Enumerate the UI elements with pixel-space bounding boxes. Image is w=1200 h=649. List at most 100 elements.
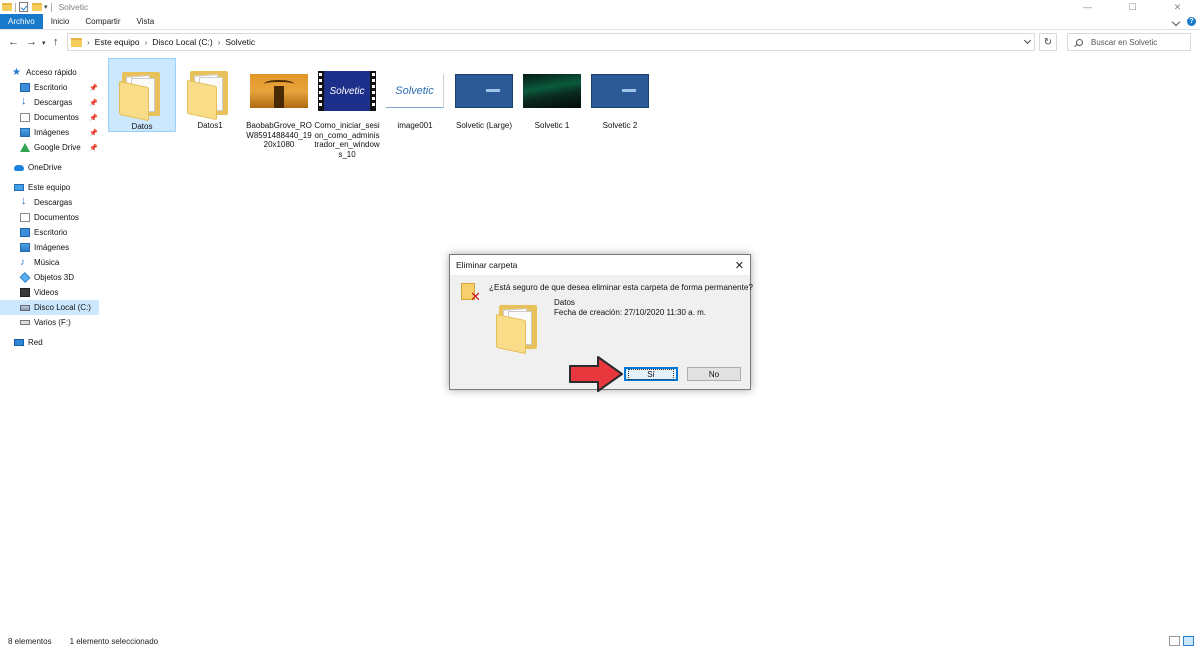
pin-icon[interactable]: 📌 bbox=[89, 129, 98, 137]
folder-icon bbox=[2, 3, 12, 11]
sidebar-item-imagenes-quick[interactable]: Imágenes 📌 bbox=[20, 125, 100, 140]
image-thumbnail bbox=[522, 65, 582, 117]
red-arrow-icon bbox=[569, 356, 623, 392]
pin-icon[interactable]: 📌 bbox=[89, 84, 98, 92]
sidebar-item-label: Imágenes bbox=[34, 243, 70, 252]
3d-objects-icon bbox=[19, 272, 31, 283]
yes-button[interactable]: Sí bbox=[624, 367, 678, 381]
pin-icon[interactable]: 📌 bbox=[89, 144, 98, 152]
tab-archivo[interactable]: Archivo bbox=[0, 14, 43, 29]
new-folder-icon[interactable] bbox=[32, 3, 42, 11]
google-drive-icon bbox=[20, 143, 30, 152]
image-thumbnail: Solvetic bbox=[385, 65, 445, 117]
no-button[interactable]: No bbox=[687, 367, 741, 381]
sidebar-item-varios[interactable]: Varios (F:) bbox=[20, 315, 71, 330]
help-icon[interactable]: ? bbox=[1187, 17, 1196, 26]
ribbon-tabs: Archivo Inicio Compartir Vista ? bbox=[0, 14, 1200, 30]
file-item-video[interactable]: Solvetic Como_iniciar_sesion_como_admini… bbox=[313, 58, 381, 160]
sidebar-item-videos[interactable]: Videos bbox=[20, 285, 58, 300]
sidebar-item-imagenes[interactable]: Imágenes bbox=[20, 240, 69, 255]
breadcrumb-solvetic[interactable]: Solvetic bbox=[225, 37, 255, 47]
properties-icon[interactable] bbox=[19, 2, 28, 12]
up-arrow-icon[interactable]: ↑ bbox=[53, 36, 59, 48]
details-view-icon[interactable] bbox=[1169, 636, 1180, 646]
image-thumbnail bbox=[590, 65, 650, 117]
sidebar-item-red[interactable]: Red bbox=[14, 335, 43, 350]
pin-icon[interactable]: 📌 bbox=[89, 99, 98, 107]
desktop-icon bbox=[20, 83, 30, 92]
dialog-close-button[interactable]: ✕ bbox=[735, 259, 744, 272]
sidebar-item-label: Documentos bbox=[34, 113, 79, 122]
expand-ribbon-icon[interactable] bbox=[1171, 17, 1181, 26]
documents-icon bbox=[20, 113, 30, 122]
sidebar-item-disco-local[interactable]: Disco Local (C:) bbox=[0, 300, 99, 315]
delete-folder-icon: ✕ bbox=[461, 283, 481, 303]
sidebar-item-escritorio[interactable]: Escritorio bbox=[20, 225, 67, 240]
sidebar-item-objetos-3d[interactable]: Objetos 3D bbox=[19, 270, 74, 285]
file-name: Solvetic 2 bbox=[602, 121, 638, 130]
large-icons-view-icon[interactable] bbox=[1183, 636, 1194, 646]
sidebar-item-musica[interactable]: ♪ Música bbox=[20, 255, 59, 270]
status-bar: 8 elementos 1 elemento seleccionado bbox=[0, 634, 1200, 649]
recent-locations-chevron-icon[interactable]: ▾ bbox=[42, 39, 46, 47]
videos-icon bbox=[20, 288, 30, 297]
tab-inicio[interactable]: Inicio bbox=[43, 14, 78, 29]
sidebar-item-google-drive[interactable]: Google Drive 📌 bbox=[20, 140, 100, 155]
breadcrumb-separator: › bbox=[144, 37, 148, 47]
file-item-solvetic-large[interactable]: Solvetic (Large) bbox=[450, 58, 518, 160]
folder-thumbnail bbox=[112, 66, 172, 121]
sidebar-item-documentos-quick[interactable]: Documentos 📌 bbox=[20, 110, 100, 125]
sidebar-item-onedrive[interactable]: OneDrive bbox=[14, 160, 62, 175]
star-icon: ★ bbox=[12, 67, 21, 78]
sidebar-item-label: Imágenes bbox=[34, 128, 70, 137]
address-bar[interactable]: › Este equipo › Disco Local (C:) › Solve… bbox=[67, 33, 1035, 51]
folder-icon bbox=[187, 69, 233, 121]
file-item-datos[interactable]: Datos bbox=[108, 58, 176, 132]
separator bbox=[15, 2, 16, 12]
sidebar-item-descargas[interactable]: Descargas bbox=[20, 195, 72, 210]
window-title: Solvetic bbox=[58, 2, 89, 12]
sidebar-item-acceso-rapido[interactable]: ★ Acceso rápido bbox=[12, 65, 77, 80]
sidebar-item-label: Escritorio bbox=[34, 83, 68, 92]
breadcrumb-este-equipo[interactable]: Este equipo bbox=[95, 37, 140, 47]
file-name: Datos bbox=[131, 121, 153, 131]
folder-icon bbox=[71, 37, 82, 47]
sidebar-item-descargas-quick[interactable]: Descargas 📌 bbox=[20, 95, 100, 110]
sidebar-item-escritorio-quick[interactable]: Escritorio 📌 bbox=[20, 80, 100, 95]
refresh-button[interactable]: ↻ bbox=[1039, 33, 1057, 51]
customize-toolbar-icon[interactable]: ▾ bbox=[44, 3, 48, 11]
view-switcher bbox=[1169, 636, 1194, 646]
file-name: image001 bbox=[397, 121, 433, 130]
file-item-baobab[interactable]: BaobabGrove_ROW8591488440_1920x1080 bbox=[245, 58, 313, 160]
sidebar-item-este-equipo[interactable]: Este equipo bbox=[14, 180, 70, 195]
title-bar: ▾ Solvetic — ☐ ✕ bbox=[0, 0, 1200, 14]
tab-vista[interactable]: Vista bbox=[129, 14, 163, 29]
search-box[interactable] bbox=[1067, 33, 1191, 51]
file-item-datos1[interactable]: Datos1 bbox=[176, 58, 244, 160]
file-item-solvetic-2[interactable]: Solvetic 2 bbox=[586, 58, 654, 160]
back-arrow-icon[interactable]: ← bbox=[8, 36, 19, 48]
minimize-button[interactable]: — bbox=[1065, 0, 1110, 14]
close-button[interactable]: ✕ bbox=[1155, 0, 1200, 14]
maximize-button[interactable]: ☐ bbox=[1110, 0, 1155, 14]
sidebar-item-label: Videos bbox=[34, 288, 59, 297]
sidebar-item-documentos[interactable]: Documentos bbox=[20, 210, 79, 225]
address-dropdown-icon[interactable] bbox=[1023, 36, 1032, 45]
file-name: Datos1 bbox=[197, 121, 223, 130]
address-row: ← → ▾ ↑ › Este equipo › Disco Local (C:)… bbox=[0, 31, 1200, 53]
folder-thumbnail bbox=[180, 65, 240, 121]
breadcrumb-disco-local[interactable]: Disco Local (C:) bbox=[152, 37, 212, 47]
network-icon bbox=[14, 339, 24, 346]
folder-icon bbox=[119, 70, 165, 121]
drive-icon bbox=[20, 304, 30, 311]
file-item-image001[interactable]: Solvetic image001 bbox=[381, 58, 449, 160]
pin-icon[interactable]: 📌 bbox=[89, 114, 98, 122]
thumbnail-text: Solvetic bbox=[386, 74, 444, 108]
tab-compartir[interactable]: Compartir bbox=[77, 14, 128, 29]
sidebar-item-label: Google Drive bbox=[34, 143, 81, 152]
forward-arrow-icon[interactable]: → bbox=[26, 36, 37, 48]
documents-icon bbox=[20, 213, 30, 222]
search-input[interactable] bbox=[1091, 37, 1187, 47]
music-icon: ♪ bbox=[20, 257, 25, 268]
file-item-solvetic-1[interactable]: Solvetic 1 bbox=[518, 58, 586, 160]
